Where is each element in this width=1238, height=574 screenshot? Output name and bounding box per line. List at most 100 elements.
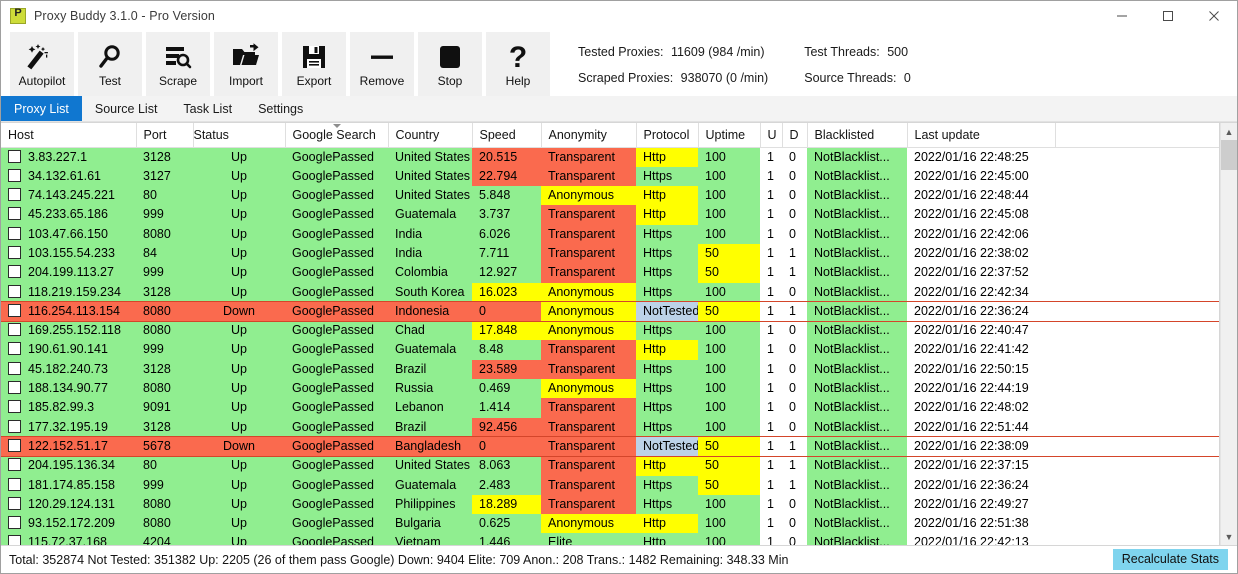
row-checkbox[interactable] — [8, 516, 21, 529]
scroll-up-icon[interactable]: ▲ — [1221, 123, 1238, 140]
col-header-d[interactable]: D — [782, 123, 807, 147]
row-checkbox[interactable] — [8, 400, 21, 413]
table-row[interactable]: 103.155.54.23384UpGooglePassedIndia7.711… — [1, 244, 1220, 263]
col-header-anonymity[interactable]: Anonymity — [541, 123, 636, 147]
row-checkbox[interactable] — [8, 323, 21, 336]
cell-filler — [1055, 456, 1220, 475]
cell-host: 34.132.61.61 — [1, 167, 136, 186]
row-checkbox[interactable] — [8, 535, 21, 545]
table-row[interactable]: 169.255.152.1188080UpGooglePassedChad17.… — [1, 321, 1220, 340]
autopilot-button[interactable]: Autopilot — [10, 32, 74, 96]
col-header-uptime[interactable]: Uptime — [698, 123, 760, 147]
col-header-last-update[interactable]: Last update — [907, 123, 1055, 147]
table-row[interactable]: 185.82.99.39091UpGooglePassedLebanon1.41… — [1, 398, 1220, 417]
scrollbar-thumb[interactable] — [1221, 140, 1238, 170]
row-checkbox[interactable] — [8, 458, 21, 471]
thread-counters: Test Threads: 500 Source Threads: 0 — [804, 37, 911, 93]
col-header-speed[interactable]: Speed — [472, 123, 541, 147]
row-checkbox[interactable] — [8, 304, 21, 317]
row-checkbox[interactable] — [8, 362, 21, 375]
table-row[interactable]: 45.233.65.186999UpGooglePassedGuatemala3… — [1, 205, 1220, 224]
col-header-host[interactable]: Host — [1, 123, 136, 147]
row-checkbox[interactable] — [8, 227, 21, 240]
table-row[interactable]: 181.174.85.158999UpGooglePassedGuatemala… — [1, 476, 1220, 495]
row-checkbox[interactable] — [8, 420, 21, 433]
col-header-blacklisted[interactable]: Blacklisted — [807, 123, 907, 147]
vertical-scrollbar[interactable]: ▲ ▼ — [1220, 123, 1237, 545]
stop-button[interactable]: Stop — [418, 32, 482, 96]
status-bar: Total: 352874 Not Tested: 351382 Up: 220… — [1, 545, 1237, 573]
row-checkbox[interactable] — [8, 265, 21, 278]
export-button[interactable]: Export — [282, 32, 346, 96]
row-checkbox[interactable] — [8, 150, 21, 163]
row-checkbox[interactable] — [8, 207, 21, 220]
cell-protocol: Https — [636, 379, 698, 398]
cell-filler — [1055, 533, 1220, 545]
row-checkbox[interactable] — [8, 246, 21, 259]
scroll-down-icon[interactable]: ▼ — [1221, 528, 1238, 545]
row-checkbox[interactable] — [8, 285, 21, 298]
stop-square-icon — [436, 41, 464, 73]
tested-proxies-row: Tested Proxies: 11609 (984 /min) — [578, 39, 768, 65]
cell-d: 1 — [782, 302, 807, 321]
help-button[interactable]: ? Help — [486, 32, 550, 96]
col-header-status[interactable]: Status — [193, 123, 285, 147]
tab-settings[interactable]: Settings — [245, 96, 316, 121]
import-button[interactable]: Import — [214, 32, 278, 96]
cell-anonymity: Transparent — [541, 495, 636, 514]
test-button[interactable]: Test — [78, 32, 142, 96]
magic-wand-icon — [27, 41, 57, 73]
table-row[interactable]: 45.182.240.733128UpGooglePassedBrazil23.… — [1, 360, 1220, 379]
row-checkbox[interactable] — [8, 478, 21, 491]
table-row[interactable]: 93.152.172.2098080UpGooglePassedBulgaria… — [1, 514, 1220, 533]
table-row[interactable]: 3.83.227.13128UpGooglePassedUnited State… — [1, 147, 1220, 167]
row-checkbox[interactable] — [8, 381, 21, 394]
tab-source-list[interactable]: Source List — [82, 96, 171, 121]
scrape-button[interactable]: Scrape — [146, 32, 210, 96]
col-header-protocol[interactable]: Protocol — [636, 123, 698, 147]
table-row[interactable]: 118.219.159.2343128UpGooglePassedSouth K… — [1, 283, 1220, 302]
col-header-u[interactable]: U — [760, 123, 782, 147]
source-threads-value: 0 — [904, 71, 911, 85]
cell-anonymity: Transparent — [541, 205, 636, 224]
table-row[interactable]: 74.143.245.22180UpGooglePassedUnited Sta… — [1, 186, 1220, 205]
table-row[interactable]: 34.132.61.613127UpGooglePassedUnited Sta… — [1, 167, 1220, 186]
col-header-port[interactable]: Port — [136, 123, 193, 147]
scrollbar-track[interactable] — [1221, 140, 1238, 528]
row-checkbox[interactable] — [8, 188, 21, 201]
maximize-icon[interactable] — [1145, 1, 1191, 32]
cell-host: 122.152.51.17 — [1, 437, 136, 456]
host-value: 120.29.124.131 — [28, 497, 115, 511]
table-row[interactable]: 116.254.113.1548080DownGooglePassedIndon… — [1, 302, 1220, 321]
table-row[interactable]: 190.61.90.141999UpGooglePassedGuatemala8… — [1, 340, 1220, 359]
row-checkbox[interactable] — [8, 439, 21, 452]
question-mark-icon: ? — [504, 41, 532, 73]
cell-host: 103.47.66.150 — [1, 225, 136, 244]
table-row[interactable]: 204.195.136.3480UpGooglePassedUnited Sta… — [1, 456, 1220, 475]
table-row[interactable]: 188.134.90.778080UpGooglePassedRussia0.4… — [1, 379, 1220, 398]
col-header-google-search[interactable]: Google Search — [285, 123, 388, 147]
host-value: 169.255.152.118 — [28, 323, 121, 337]
cell-uptime: 100 — [698, 533, 760, 545]
host-value: 118.219.159.234 — [28, 285, 121, 299]
row-checkbox[interactable] — [8, 169, 21, 182]
remove-button[interactable]: Remove — [350, 32, 414, 96]
minimize-icon[interactable] — [1099, 1, 1145, 32]
table-row[interactable]: 103.47.66.1508080UpGooglePassedIndia6.02… — [1, 225, 1220, 244]
close-icon[interactable] — [1191, 1, 1237, 32]
table-row[interactable]: 120.29.124.1318080UpGooglePassedPhilippi… — [1, 495, 1220, 514]
table-row[interactable]: 115.72.37.1684204UpGooglePassedVietnam1.… — [1, 533, 1220, 545]
table-row[interactable]: 177.32.195.193128UpGooglePassedBrazil92.… — [1, 418, 1220, 437]
row-checkbox[interactable] — [8, 342, 21, 355]
col-header-country[interactable]: Country — [388, 123, 472, 147]
tab-proxy-list[interactable]: Proxy List — [1, 96, 82, 121]
tab-task-list[interactable]: Task List — [170, 96, 245, 121]
cell-d: 0 — [782, 533, 807, 545]
cell-filler — [1055, 514, 1220, 533]
recalculate-stats-button[interactable]: Recalculate Stats — [1113, 549, 1228, 570]
table-row[interactable]: 122.152.51.175678DownGooglePassedBanglad… — [1, 437, 1220, 456]
row-checkbox[interactable] — [8, 497, 21, 510]
col-header-filler — [1055, 123, 1220, 147]
table-row[interactable]: 204.199.113.27999UpGooglePassedColombia1… — [1, 263, 1220, 282]
cell-anonymity: Transparent — [541, 340, 636, 359]
